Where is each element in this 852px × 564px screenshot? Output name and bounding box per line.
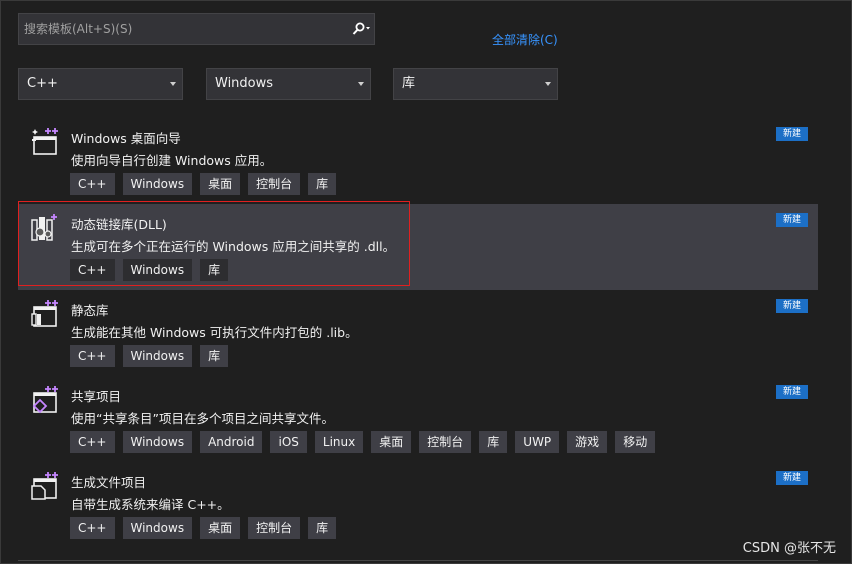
tag: Windows bbox=[122, 345, 193, 367]
template-item-dll[interactable]: 动态链接库(DLL) 生成可在多个正在运行的 Windows 应用之间共享的 .… bbox=[18, 204, 818, 290]
new-badge: 新建 bbox=[775, 385, 808, 399]
tag: 游戏 bbox=[567, 431, 608, 453]
language-filter-value: C++ bbox=[27, 76, 58, 91]
search-icon bbox=[352, 22, 370, 35]
template-tags: C++ Windows 库 bbox=[70, 259, 229, 281]
tag: UWP bbox=[515, 431, 560, 453]
tag: C++ bbox=[70, 431, 115, 453]
tag: Windows bbox=[122, 173, 193, 195]
template-description: 生成能在其他 Windows 可执行文件内打包的 .lib。 bbox=[71, 325, 358, 340]
template-title: 共享项目 bbox=[71, 389, 122, 404]
tag: 桌面 bbox=[200, 173, 241, 195]
new-badge: 新建 bbox=[775, 127, 808, 141]
language-filter[interactable]: C++ bbox=[18, 68, 183, 100]
tag: Android bbox=[200, 431, 263, 453]
template-tags: C++ Windows Android iOS Linux 桌面 控制台 库 U… bbox=[70, 431, 656, 453]
template-title: 静态库 bbox=[71, 303, 109, 318]
tag: Linux bbox=[314, 431, 364, 453]
shared-project-icon bbox=[32, 386, 58, 414]
template-title: 动态链接库(DLL) bbox=[71, 217, 167, 232]
tag: C++ bbox=[70, 173, 115, 195]
tag: 控制台 bbox=[419, 431, 472, 453]
makefile-project-icon bbox=[31, 472, 58, 500]
tag: C++ bbox=[70, 517, 115, 539]
tag: 库 bbox=[200, 259, 229, 281]
tag: Windows bbox=[122, 431, 193, 453]
tag: 库 bbox=[308, 173, 337, 195]
windows-desktop-wizard-icon bbox=[32, 128, 58, 155]
tag: Windows bbox=[122, 517, 193, 539]
new-badge: 新建 bbox=[775, 213, 808, 227]
template-tags: C++ Windows 桌面 控制台 库 bbox=[70, 517, 337, 539]
tag: C++ bbox=[70, 259, 115, 281]
project-type-filter-value: 库 bbox=[402, 76, 416, 91]
watermark: CSDN @张不无 bbox=[742, 541, 836, 556]
static-library-icon bbox=[31, 300, 58, 327]
chevron-down-icon bbox=[545, 82, 551, 86]
tag: 控制台 bbox=[248, 173, 301, 195]
search-button[interactable] bbox=[344, 14, 374, 44]
tag: C++ bbox=[70, 345, 115, 367]
tag: iOS bbox=[270, 431, 307, 453]
project-type-filter[interactable]: 库 bbox=[393, 68, 558, 100]
tag: 库 bbox=[479, 431, 508, 453]
search-box[interactable] bbox=[18, 13, 375, 45]
platform-filter[interactable]: Windows bbox=[206, 68, 371, 100]
dll-icon bbox=[31, 214, 57, 241]
template-description: 使用“共享条目”项目在多个项目之间共享文件。 bbox=[71, 411, 334, 426]
chevron-down-icon bbox=[358, 82, 364, 86]
tag: 桌面 bbox=[200, 517, 241, 539]
template-item-shared-project[interactable]: 共享项目 使用“共享条目”项目在多个项目之间共享文件。 C++ Windows … bbox=[18, 376, 818, 462]
tag: 库 bbox=[308, 517, 337, 539]
tag: 控制台 bbox=[248, 517, 301, 539]
new-badge: 新建 bbox=[775, 299, 808, 313]
chevron-down-icon bbox=[170, 82, 176, 86]
tag: 桌面 bbox=[371, 431, 412, 453]
platform-filter-value: Windows bbox=[215, 76, 274, 91]
new-badge: 新建 bbox=[775, 471, 808, 485]
template-item-static-library[interactable]: 静态库 生成能在其他 Windows 可执行文件内打包的 .lib。 C++ W… bbox=[18, 290, 818, 376]
search-input[interactable] bbox=[19, 14, 339, 44]
template-tags: C++ Windows 库 bbox=[70, 345, 229, 367]
template-item-windows-desktop-wizard[interactable]: Windows 桌面向导 使用向导自行创建 Windows 应用。 C++ Wi… bbox=[18, 118, 818, 204]
template-description: 自带生成系统来编译 C++。 bbox=[71, 497, 230, 512]
template-description: 使用向导自行创建 Windows 应用。 bbox=[71, 153, 273, 168]
template-title: 生成文件项目 bbox=[71, 475, 147, 490]
tag: 库 bbox=[200, 345, 229, 367]
divider bbox=[18, 560, 818, 561]
clear-all-link[interactable]: 全部清除(C) bbox=[492, 31, 558, 48]
template-tags: C++ Windows 桌面 控制台 库 bbox=[70, 173, 337, 195]
template-description: 生成可在多个正在运行的 Windows 应用之间共享的 .dll。 bbox=[71, 239, 396, 254]
tag: Windows bbox=[122, 259, 193, 281]
tag: 移动 bbox=[615, 431, 656, 453]
template-item-makefile-project[interactable]: 生成文件项目 自带生成系统来编译 C++。 C++ Windows 桌面 控制台… bbox=[18, 462, 818, 548]
template-title: Windows 桌面向导 bbox=[71, 131, 181, 146]
